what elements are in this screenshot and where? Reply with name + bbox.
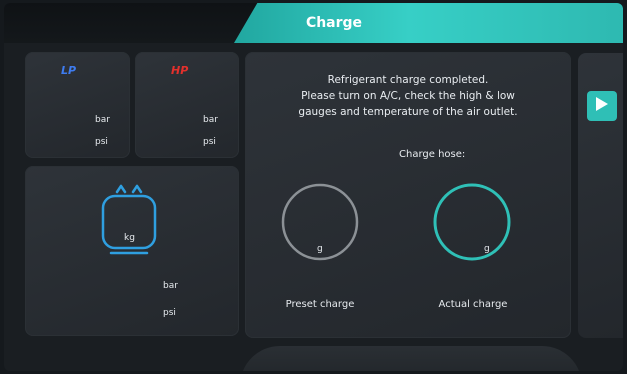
charge-hose-label: Charge hose: [399,149,466,160]
preset-charge-label: Preset charge [285,299,355,310]
tank-unit-psi: psi [163,308,176,318]
lp-unit-psi: psi [95,137,108,147]
status-message: Refrigerant charge completed. Please tur… [245,72,571,120]
status-line-2: Please turn on A/C, check the high & low [301,90,515,102]
page-title: Charge [305,15,363,31]
preset-charge-unit: g [317,244,323,254]
actual-charge-label: Actual charge [438,299,508,310]
status-line-3: gauges and temperature of the air outlet… [298,106,518,118]
hp-label: HP [171,64,189,77]
play-icon [595,96,609,116]
tank-card: kg bar psi [25,166,239,336]
tank-unit-bar: bar [163,281,178,291]
lp-unit-bar: bar [95,115,110,125]
actual-charge-unit: g [484,244,490,254]
next-button[interactable] [587,91,617,121]
actual-charge-dial [432,182,512,262]
tank-unit-kg: kg [124,233,135,243]
bottom-tab [240,346,582,371]
hp-gauge-card: HP bar psi [135,52,239,158]
lp-gauge-card: LP bar psi [25,52,130,158]
refrigerant-tank-icon [95,182,163,258]
hp-unit-psi: psi [203,137,216,147]
status-line-1: Refrigerant charge completed. [327,74,489,86]
hp-unit-bar: bar [203,115,218,125]
lp-label: LP [61,64,77,77]
charge-status-card: Refrigerant charge completed. Please tur… [245,52,571,338]
app-frame: Charge LP bar psi HP bar psi kg bar psi … [4,3,623,371]
